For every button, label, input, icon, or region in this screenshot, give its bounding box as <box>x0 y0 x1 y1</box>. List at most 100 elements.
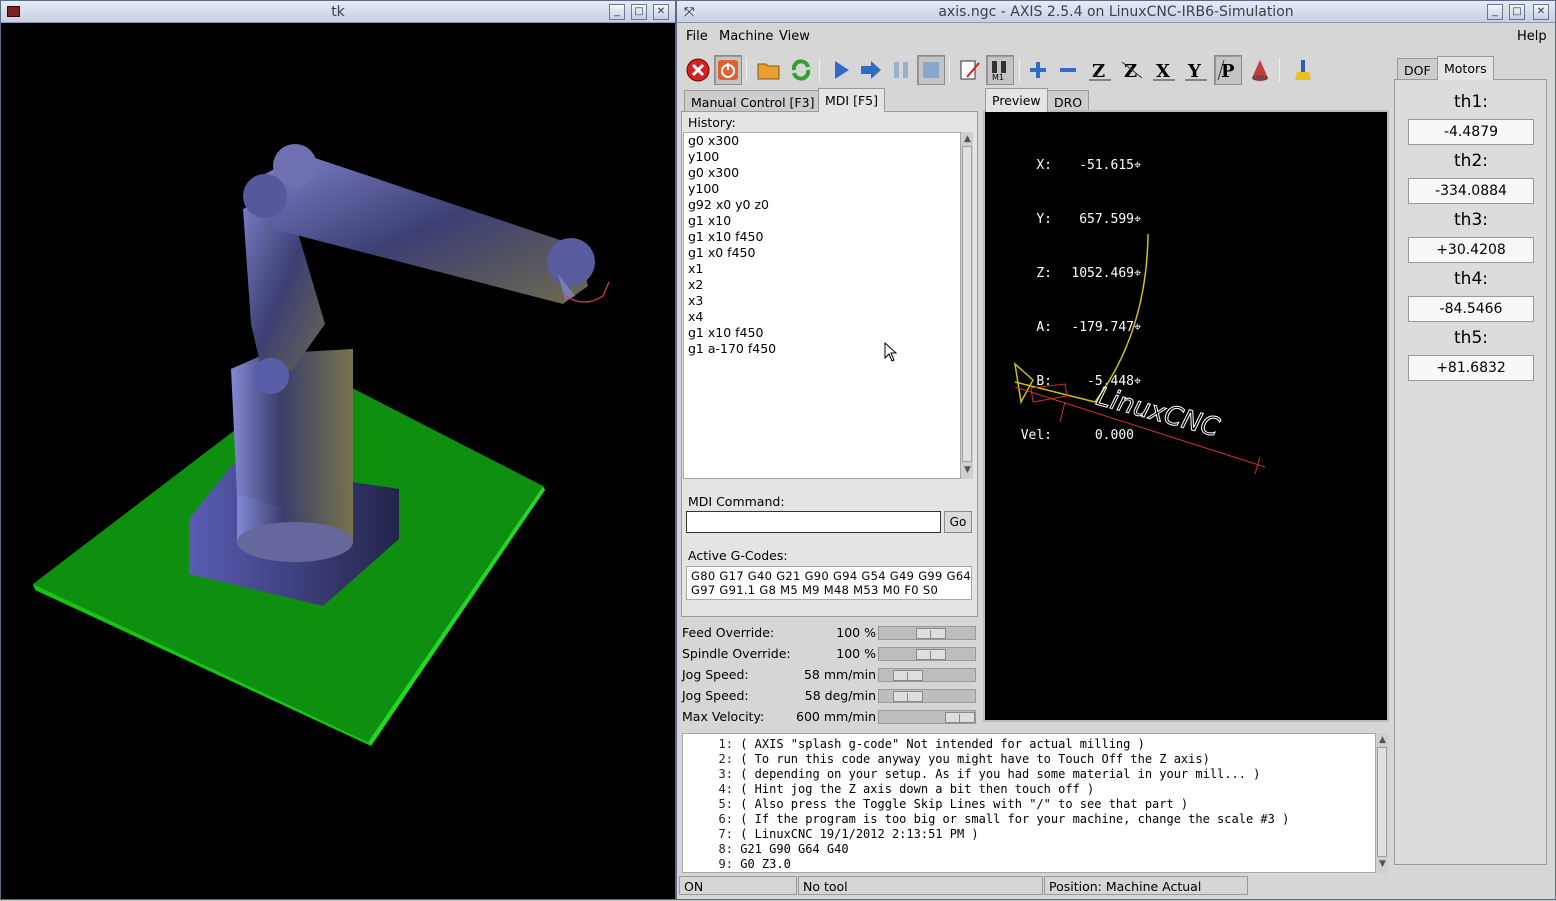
gcode-line-text: ( Also press the Toggle Skip Lines with … <box>740 797 1189 811</box>
minimize-icon[interactable]: _ <box>609 4 625 20</box>
override-slider[interactable] <box>878 647 976 661</box>
slider-knob[interactable] <box>892 691 923 702</box>
close-icon[interactable]: ✕ <box>653 4 669 20</box>
history-item[interactable]: g1 x10 f450 <box>684 229 960 245</box>
menu-machine[interactable]: Machine <box>719 29 773 44</box>
stop-icon[interactable] <box>917 55 945 85</box>
view-x-icon[interactable]: X <box>1150 55 1178 85</box>
tab-dro[interactable]: DRO <box>1047 90 1090 112</box>
history-item[interactable]: g92 x0 y0 z0 <box>684 197 960 213</box>
gcode-line[interactable]: 6: ( If the program is too big or small … <box>683 812 1377 827</box>
gcode-line[interactable]: 7: ( LinuxCNC 19/1/2012 2:13:51 PM ) <box>683 827 1377 842</box>
active-gcodes-box: G80 G17 G40 G21 G90 G94 G54 G49 G99 G64 … <box>686 566 972 600</box>
gcode-line[interactable]: 2: ( To run this code anyway you might h… <box>683 752 1377 767</box>
estop-icon[interactable] <box>684 55 712 85</box>
status-position: Position: Machine Actual <box>1044 876 1248 895</box>
override-value: 58 mm/min <box>803 667 876 682</box>
gcode-line[interactable]: 4: ( Hint jog the Z axis down a bit then… <box>683 782 1377 797</box>
robot-3d-view[interactable] <box>3 24 675 898</box>
gcode-line[interactable]: 3: ( depending on your setup. As if you … <box>683 767 1377 782</box>
history-item[interactable]: x3 <box>684 293 960 309</box>
zoom-out-icon[interactable] <box>1054 55 1082 85</box>
history-item[interactable]: g0 x300 <box>684 133 960 149</box>
tab-mdi[interactable]: MDI [F5] <box>818 88 885 112</box>
override-label: Jog Speed: <box>682 688 749 703</box>
slider-knob[interactable] <box>916 649 946 660</box>
override-slider[interactable] <box>878 689 976 703</box>
skip-lines-icon[interactable] <box>956 55 984 85</box>
view-y-icon[interactable]: Y <box>1182 55 1210 85</box>
mouse-cursor-icon <box>884 342 898 362</box>
scroll-up-icon[interactable]: ▲ <box>962 134 973 145</box>
history-list[interactable]: g0 x300 y100 g0 x300 y100 g92 x0 y0 z0 g1 x10… <box>683 132 961 479</box>
history-item[interactable]: x1 <box>684 261 960 277</box>
history-item[interactable]: x2 <box>684 277 960 293</box>
motor-label: th4: <box>1454 269 1488 289</box>
maximize-icon[interactable]: □ <box>1509 4 1525 20</box>
pause-icon[interactable] <box>887 55 915 85</box>
step-icon[interactable] <box>857 55 885 85</box>
view-z-icon[interactable]: Z <box>1086 55 1114 85</box>
go-button[interactable]: Go <box>944 511 972 533</box>
shoulder-joint-2 <box>243 174 287 218</box>
slider-knob[interactable] <box>892 670 923 681</box>
tk-window: tk _ □ ✕ <box>0 0 676 900</box>
slider-knob[interactable] <box>945 712 975 723</box>
history-item[interactable]: g0 x300 <box>684 165 960 181</box>
menu-help[interactable]: Help <box>1517 29 1547 44</box>
gcode-line-number: 2: <box>718 752 733 766</box>
status-machine: ON <box>679 876 797 895</box>
history-scrollbar[interactable]: ▲ ▼ <box>960 132 973 479</box>
override-slider[interactable] <box>878 626 976 640</box>
scroll-thumb[interactable] <box>962 146 972 462</box>
reload-icon[interactable] <box>787 55 815 85</box>
gcode-listing[interactable]: 1: ( AXIS "splash g-code" Not intended f… <box>682 733 1378 873</box>
clear-plot-icon[interactable] <box>1289 55 1317 85</box>
history-item[interactable]: y100 <box>684 149 960 165</box>
tab-dof[interactable]: DOF <box>1397 58 1438 80</box>
minimize-icon[interactable]: _ <box>1487 4 1503 20</box>
status-tool: No tool <box>798 876 1043 895</box>
gcode-line[interactable]: 9: G0 Z3.0 <box>683 857 1377 872</box>
history-item[interactable]: x4 <box>684 309 960 325</box>
menu-file[interactable]: File <box>686 29 708 44</box>
history-item[interactable]: g1 a-170 f450 <box>684 341 960 357</box>
override-slider[interactable] <box>878 710 976 724</box>
power-icon[interactable] <box>714 55 742 85</box>
tool-cone <box>1013 362 1034 405</box>
scroll-down-icon[interactable]: ▼ <box>1377 859 1388 870</box>
motor-label: th5: <box>1454 328 1488 348</box>
rotate-icon[interactable] <box>1246 55 1274 85</box>
gcode-line[interactable]: 1: ( AXIS "splash g-code" Not intended f… <box>683 737 1377 752</box>
tab-manual-control[interactable]: Manual Control [F3] <box>684 90 822 112</box>
maximize-icon[interactable]: □ <box>631 4 647 20</box>
tab-preview[interactable]: Preview <box>985 88 1048 112</box>
scroll-up-icon[interactable]: ▲ <box>1377 735 1388 746</box>
gcode-line[interactable]: 5: ( Also press the Toggle Skip Lines wi… <box>683 797 1377 812</box>
mdi-command-input[interactable] <box>686 511 941 533</box>
history-item[interactable]: g1 x10 <box>684 213 960 229</box>
svg-text:Y: Y <box>1187 61 1202 82</box>
axis-titlebar[interactable]: ⤧ axis.ngc - AXIS 2.5.4 on LinuxCNC-IRB6… <box>677 1 1555 23</box>
history-item[interactable]: g1 x10 f450 <box>684 325 960 341</box>
gcode-line[interactable]: 8: G21 G90 G64 G40 <box>683 842 1377 857</box>
history-item[interactable]: g1 x0 f450 <box>684 245 960 261</box>
scroll-down-icon[interactable]: ▼ <box>962 465 973 476</box>
tab-motors[interactable]: Motors <box>1437 56 1494 80</box>
view-p-icon[interactable]: P <box>1214 55 1242 85</box>
zoom-in-icon[interactable] <box>1024 55 1052 85</box>
gcode-scrollbar[interactable]: ▲ ▼ <box>1375 733 1388 873</box>
tk-titlebar[interactable]: tk _ □ ✕ <box>1 1 675 23</box>
history-item[interactable]: y100 <box>684 181 960 197</box>
view-z2-icon[interactable]: Z <box>1118 55 1146 85</box>
run-icon[interactable] <box>827 55 855 85</box>
elbow-joint <box>253 358 289 394</box>
scroll-thumb[interactable] <box>1377 747 1387 857</box>
close-icon[interactable]: ✕ <box>1533 4 1549 20</box>
override-slider[interactable] <box>878 668 976 682</box>
gcode-line-text: ( AXIS "splash g-code" Not intended for … <box>740 737 1145 751</box>
slider-knob[interactable] <box>916 628 946 639</box>
optional-stop-icon[interactable]: M1 <box>986 55 1014 85</box>
menu-view[interactable]: View <box>779 29 810 44</box>
open-file-icon[interactable] <box>755 55 783 85</box>
